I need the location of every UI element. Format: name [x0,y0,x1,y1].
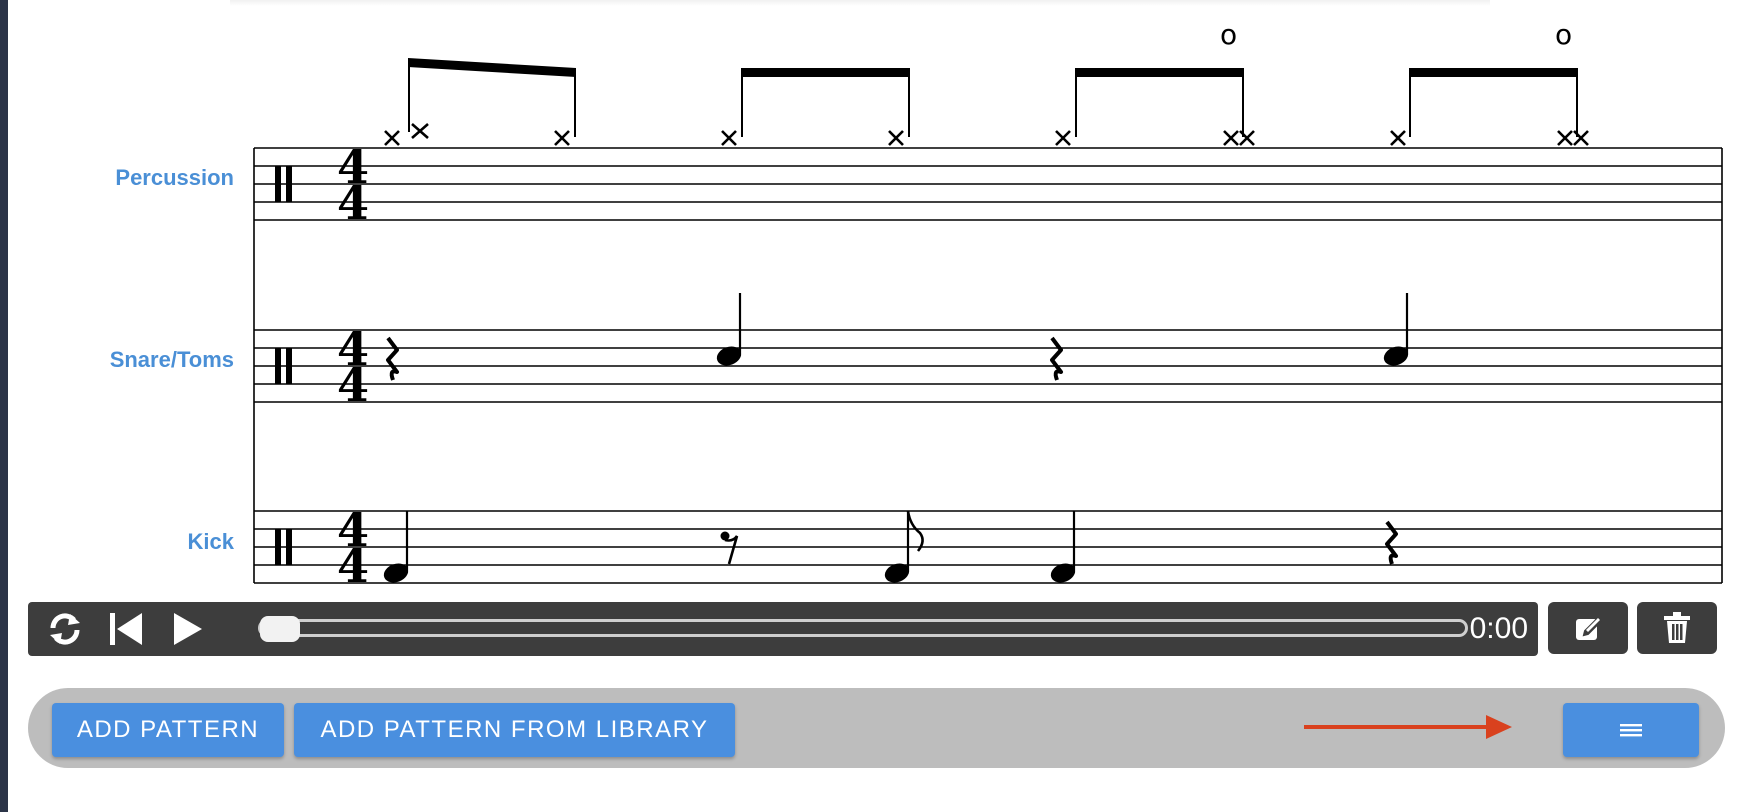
quarter-rest [1050,336,1063,381]
rests [386,336,1398,565]
kick-notes[interactable] [382,510,1077,585]
time-sig-bottom: 4 [337,176,369,230]
add-pattern-button[interactable]: ADD PATTERN [52,703,284,757]
annotation-arrow [1304,715,1512,739]
loop-icon[interactable] [44,602,86,656]
edit-button[interactable] [1548,602,1628,654]
progress-knob[interactable] [260,616,300,642]
staff-label-snare-toms: Snare/Toms [109,347,234,372]
time-sig-bottom: 4 [337,358,369,412]
open-hihat-mark: o [1555,18,1572,51]
progress-track[interactable] [258,619,1468,637]
page: 4 4 4 4 4 4 o o Percussion Snare/Toms Ki… [0,0,1740,812]
hihat-beams [408,58,1578,77]
menu-icon [1620,724,1642,737]
open-hihat-marks: o o [1220,18,1572,51]
time-signatures: 4 4 4 4 4 4 [337,140,369,593]
play-icon[interactable] [168,602,208,656]
open-hihat-mark: o [1220,18,1237,51]
time-sig-bottom: 4 [337,539,369,593]
delete-button[interactable] [1637,602,1717,654]
skip-back-icon[interactable] [106,602,146,656]
quarter-rest [386,336,399,381]
add-pattern-from-library-button[interactable]: ADD PATTERN FROM LIBRARY [294,703,735,757]
staff-label-percussion: Percussion [115,165,234,190]
staff-lines [253,147,1723,584]
menu-button[interactable] [1563,703,1699,757]
edit-icon [1576,615,1603,640]
staff-label-kick: Kick [187,529,234,554]
trash-icon [1664,612,1690,643]
drum-score[interactable]: 4 4 4 4 4 4 o o [0,0,1740,600]
time-display: 0:00 [1469,612,1528,645]
playback-bar: 0:00 [28,602,1538,656]
